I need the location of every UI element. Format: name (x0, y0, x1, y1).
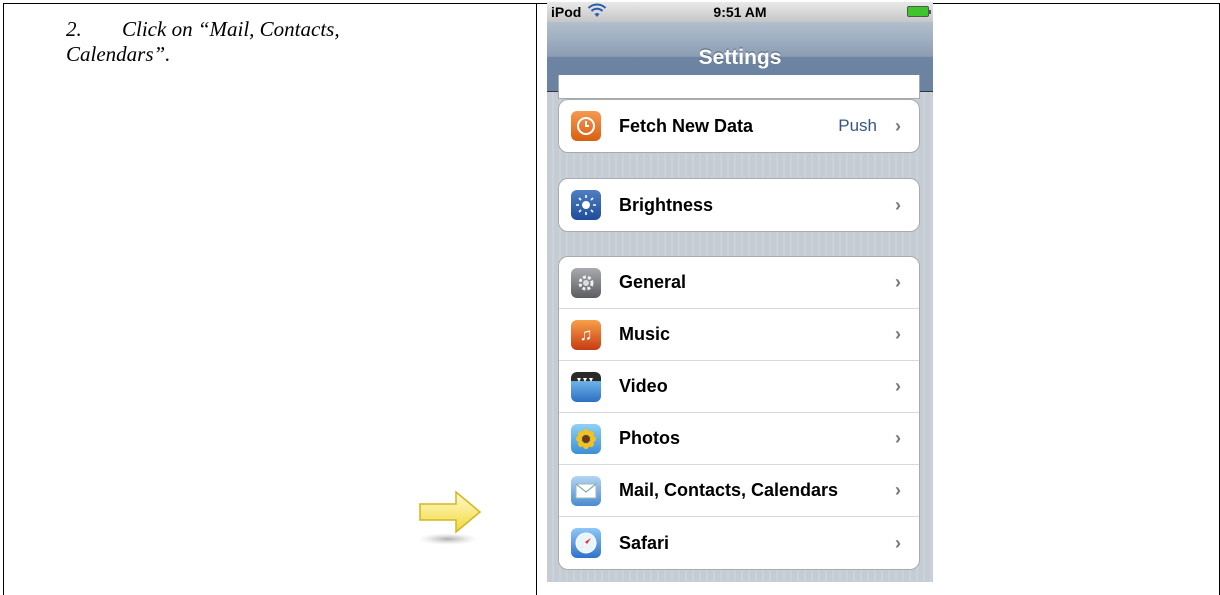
chevron-right-icon: › (895, 194, 901, 215)
settings-group-main: General › ♫ Music › Video › Photos › Mai… (558, 256, 920, 570)
compass-icon (571, 528, 601, 558)
gear-icon (571, 267, 601, 298)
row-label: Music (619, 324, 671, 344)
row-label: Safari (619, 532, 670, 553)
mail-envelope-icon (571, 475, 601, 506)
row-label: Brightness (619, 194, 714, 215)
table-divider (536, 3, 537, 595)
step-text-line2: Calendars”. (66, 42, 171, 66)
battery-icon (907, 6, 931, 17)
settings-row-fetch-new-data[interactable]: Fetch New Data Push › (559, 100, 919, 152)
row-value: Push (838, 116, 877, 135)
step-number: 2. (66, 17, 82, 41)
clock-icon (571, 111, 601, 141)
settings-group-fetch: Fetch New Data Push › (558, 99, 920, 153)
row-label: General (619, 272, 687, 292)
chevron-right-icon: › (895, 376, 901, 396)
pointer-arrow-icon (418, 490, 482, 545)
music-note-icon: ♫ (571, 319, 601, 350)
brightness-icon (571, 190, 601, 220)
chevron-right-icon: › (895, 480, 901, 500)
instruction-step: 2. Click on “Mail, Contacts, Calendars”. (66, 17, 486, 67)
settings-row-general[interactable]: General › (559, 257, 919, 309)
settings-row-video[interactable]: Video › (559, 361, 919, 413)
clock-time: 9:51 AM (713, 4, 767, 20)
chevron-right-icon: › (895, 428, 901, 448)
row-label: Fetch New Data (619, 115, 754, 136)
video-clapper-icon (571, 371, 601, 402)
step-text-line1: Click on “Mail, Contacts, (122, 17, 340, 41)
status-bar: iPod 9:51 AM (547, 2, 933, 22)
row-label: Mail, Contacts, Calendars (619, 480, 839, 500)
page-title: Settings (698, 46, 782, 69)
iphone-screen: iPod 9:51 AM Settings Fetch New Data Pus… (547, 2, 933, 582)
row-label: Video (619, 376, 668, 396)
chevron-right-icon: › (895, 272, 901, 292)
chevron-right-icon: › (895, 115, 901, 136)
settings-row-music[interactable]: ♫ Music › (559, 309, 919, 361)
settings-row-mail-contacts-calendars[interactable]: Mail, Contacts, Calendars › (559, 465, 919, 517)
table-left-border (3, 3, 4, 595)
chevron-right-icon: › (895, 532, 901, 553)
row-label: Photos (619, 428, 680, 448)
settings-row-photos[interactable]: Photos › (559, 413, 919, 465)
settings-group-brightness: Brightness › (558, 178, 920, 232)
partial-settings-row (558, 75, 920, 99)
chevron-right-icon: › (895, 324, 901, 344)
sunflower-icon (571, 423, 601, 454)
settings-row-safari[interactable]: Safari › (559, 517, 919, 569)
settings-row-brightness[interactable]: Brightness › (559, 179, 919, 231)
